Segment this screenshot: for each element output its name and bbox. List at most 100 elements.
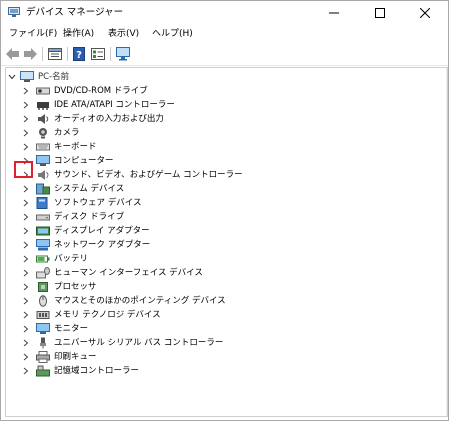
- tree-item-label: カメラ: [54, 128, 80, 138]
- expand-chevron-icon[interactable]: [20, 196, 32, 210]
- monitor-icon: [36, 323, 50, 335]
- tree-item-ide[interactable]: IDE ATA/ATAPI コントローラー: [20, 98, 175, 112]
- highlight-box: [14, 161, 33, 178]
- tree-item-label: ユニバーサル シリアル バス コントローラー: [54, 338, 224, 348]
- tree-root[interactable]: PC-名前: [6, 70, 69, 84]
- print-queue-icon: [36, 351, 50, 363]
- expand-chevron-icon[interactable]: [20, 140, 32, 154]
- tree-item-system[interactable]: システム デバイス: [20, 182, 124, 196]
- expand-chevron-icon[interactable]: [20, 252, 32, 266]
- expand-chevron-icon[interactable]: [20, 350, 32, 364]
- expand-chevron-icon[interactable]: [20, 322, 32, 336]
- expand-chevron-icon[interactable]: [20, 294, 32, 308]
- tree-item-storage[interactable]: 記憶域コントローラー: [20, 364, 139, 378]
- computer-icon: [36, 155, 50, 167]
- camera-icon: [36, 127, 50, 139]
- software-device-icon: [36, 197, 50, 209]
- tree-item-label: コンピューター: [54, 156, 114, 166]
- scrollbar-edge: [446, 68, 447, 416]
- tree-item-computer[interactable]: コンピューター: [20, 154, 114, 168]
- computer-icon: [20, 71, 34, 83]
- tree-item-label: メモリ テクノロジ デバイス: [54, 310, 161, 320]
- tree-item-label: 記憶域コントローラー: [54, 366, 140, 376]
- expand-chevron-icon[interactable]: [20, 336, 32, 350]
- tree-item-label: ディスプレイ アダプター: [54, 226, 150, 236]
- usb-icon: [36, 337, 50, 349]
- tree-item-display[interactable]: ディスプレイ アダプター: [20, 224, 150, 238]
- tree-item-monitor[interactable]: モニター: [20, 322, 88, 336]
- expand-chevron-icon[interactable]: [20, 280, 32, 294]
- maximize-button[interactable]: [357, 1, 403, 25]
- monitor-scan-icon[interactable]: [115, 46, 131, 62]
- minimize-button[interactable]: [311, 1, 357, 25]
- hid-icon: [36, 267, 50, 279]
- dvd-drive-icon: [36, 85, 50, 97]
- mouse-icon: [36, 295, 50, 307]
- tree-item-label: サウンド、ビデオ、およびゲーム コントローラー: [54, 170, 243, 180]
- menu-view[interactable]: 表示(V): [108, 28, 139, 40]
- toolbar-separator: [67, 47, 68, 61]
- tree-item-mouse[interactable]: マウスとそのほかのポインティング デバイス: [20, 294, 226, 308]
- menu-file[interactable]: ファイル(F): [9, 28, 57, 40]
- toolbar-separator: [42, 47, 43, 61]
- tree-item-battery[interactable]: バッテリ: [20, 252, 88, 266]
- collapse-chevron-icon[interactable]: [6, 70, 18, 84]
- disk-drive-icon: [36, 211, 50, 223]
- menu-help[interactable]: ヘルプ(H): [152, 28, 193, 40]
- view-icon[interactable]: [90, 46, 106, 62]
- tree-item-usb[interactable]: ユニバーサル シリアル バス コントローラー: [20, 336, 223, 350]
- tree-item-hid[interactable]: ヒューマン インターフェイス デバイス: [20, 266, 203, 280]
- tree-item-print[interactable]: 印刷キュー: [20, 350, 97, 364]
- tree-item-label: オーディオの入力および出力: [54, 114, 164, 124]
- device-manager-window: デバイス マネージャー ファイル(F) 操作(A) 表示(V) ヘルプ(H) ?…: [0, 0, 449, 421]
- memory-icon: [36, 309, 50, 321]
- tree-item-keyboard[interactable]: キーボード: [20, 140, 97, 154]
- tree-item-processor[interactable]: プロセッサ: [20, 280, 97, 294]
- toolbar-separator: [110, 47, 111, 61]
- expand-chevron-icon[interactable]: [20, 224, 32, 238]
- expand-chevron-icon[interactable]: [20, 112, 32, 126]
- menu-bar: ファイル(F) 操作(A) 表示(V) ヘルプ(H): [1, 25, 448, 43]
- help-icon[interactable]: ?: [71, 46, 87, 62]
- network-adapter-icon: [36, 239, 50, 251]
- tree-item-dvd[interactable]: DVD/CD-ROM ドライブ: [20, 84, 148, 98]
- system-device-icon: [36, 183, 50, 195]
- tree-item-network[interactable]: ネットワーク アダプター: [20, 238, 150, 252]
- window-title: デバイス マネージャー: [26, 7, 124, 18]
- tree-item-memory[interactable]: メモリ テクノロジ デバイス: [20, 308, 161, 322]
- device-tree: PC-名前 DVD/CD-ROM ドライブ IDE ATA/ATAPI コントロ…: [5, 67, 448, 417]
- audio-icon: [36, 113, 50, 125]
- title-bar: デバイス マネージャー: [1, 1, 448, 25]
- expand-chevron-icon[interactable]: [20, 364, 32, 378]
- close-button[interactable]: [402, 1, 448, 25]
- expand-chevron-icon[interactable]: [20, 98, 32, 112]
- tree-item-label: ヒューマン インターフェイス デバイス: [54, 268, 203, 278]
- tree-item-label: プロセッサ: [54, 282, 97, 292]
- tree-item-label: バッテリ: [54, 254, 89, 264]
- expand-chevron-icon[interactable]: [20, 126, 32, 140]
- properties-icon[interactable]: [47, 46, 63, 62]
- tree-item-camera[interactable]: カメラ: [20, 126, 80, 140]
- tree-root-label: PC-名前: [38, 72, 70, 82]
- device-manager-icon: [8, 7, 20, 18]
- expand-chevron-icon[interactable]: [20, 266, 32, 280]
- tree-item-audio-io[interactable]: オーディオの入力および出力: [20, 112, 164, 126]
- forward-icon[interactable]: [22, 46, 38, 62]
- tree-item-sound[interactable]: サウンド、ビデオ、およびゲーム コントローラー: [20, 168, 243, 182]
- tree-item-label: IDE ATA/ATAPI コントローラー: [54, 100, 175, 110]
- battery-icon: [36, 253, 50, 265]
- expand-chevron-icon[interactable]: [20, 308, 32, 322]
- processor-icon: [36, 281, 50, 293]
- expand-chevron-icon[interactable]: [20, 238, 32, 252]
- svg-text:?: ?: [76, 50, 82, 61]
- expand-chevron-icon[interactable]: [20, 84, 32, 98]
- back-icon[interactable]: [5, 46, 21, 62]
- expand-chevron-icon[interactable]: [20, 182, 32, 196]
- tree-item-label: ソフトウェア デバイス: [54, 198, 142, 208]
- tree-item-disk[interactable]: ディスク ドライブ: [20, 210, 124, 224]
- tree-item-label: ネットワーク アダプター: [54, 240, 151, 250]
- expand-chevron-icon[interactable]: [20, 210, 32, 224]
- tree-item-software[interactable]: ソフトウェア デバイス: [20, 196, 141, 210]
- keyboard-icon: [36, 141, 50, 153]
- menu-action[interactable]: 操作(A): [63, 28, 94, 40]
